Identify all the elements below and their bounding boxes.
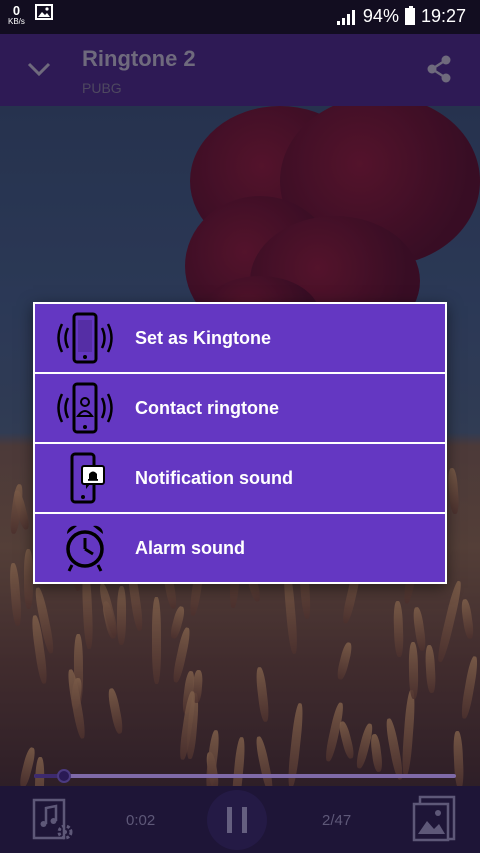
elapsed-time: 0:02 bbox=[126, 812, 156, 829]
collapse-chevron-icon[interactable] bbox=[24, 54, 54, 84]
option-alarm-sound[interactable]: Alarm sound bbox=[35, 514, 445, 582]
option-set-as-ringtone[interactable]: Set as Kingtone bbox=[35, 304, 445, 372]
song-title: Ringtone 2 bbox=[82, 46, 196, 71]
pause-icon bbox=[227, 807, 232, 833]
status-right: 94% 19:27 bbox=[336, 6, 466, 27]
contact-phone-icon bbox=[35, 374, 135, 442]
notification-phone-icon bbox=[35, 444, 135, 512]
option-label: Alarm sound bbox=[135, 537, 246, 558]
seek-track bbox=[34, 774, 456, 778]
option-label: Notification sound bbox=[135, 467, 293, 488]
ringing-phone-icon bbox=[35, 304, 135, 372]
option-notification-sound[interactable]: Notification sound bbox=[35, 444, 445, 512]
seek-thumb[interactable] bbox=[56, 769, 71, 783]
signal-icon bbox=[336, 9, 355, 25]
track-position: 2/47 bbox=[322, 812, 352, 829]
player-header: Ringtone 2 PUBG bbox=[0, 34, 480, 106]
song-artist: PUBG bbox=[82, 80, 122, 96]
player-controls: 0:02 2/47 bbox=[0, 786, 480, 853]
option-label: Set as Kingtone bbox=[135, 327, 272, 348]
wallpaper-icon[interactable] bbox=[410, 794, 460, 844]
clock: 19:27 bbox=[420, 6, 466, 26]
status-left: 0 KB/s bbox=[8, 4, 53, 26]
status-bar: 0 KB/s 94% 19:27 bbox=[0, 0, 480, 34]
network-speed-value: 0 bbox=[12, 3, 21, 18]
seek-bar[interactable] bbox=[0, 766, 480, 786]
alarm-clock-icon bbox=[35, 514, 135, 582]
network-speed-unit: KB/s bbox=[8, 17, 25, 26]
pause-icon bbox=[242, 807, 247, 833]
option-contact-ringtone[interactable]: Contact ringtone bbox=[35, 374, 445, 442]
gallery-icon bbox=[34, 4, 53, 20]
battery-icon bbox=[404, 6, 415, 25]
share-icon[interactable] bbox=[424, 54, 454, 84]
battery-percent: 94% bbox=[362, 6, 399, 26]
option-label: Contact ringtone bbox=[135, 397, 279, 418]
pause-button[interactable] bbox=[207, 790, 267, 850]
ringtone-settings-icon[interactable] bbox=[28, 794, 78, 844]
network-speed: 0 KB/s bbox=[8, 4, 25, 26]
set-as-dialog: Set as Kingtone Contact ringtone Notific… bbox=[33, 302, 447, 584]
